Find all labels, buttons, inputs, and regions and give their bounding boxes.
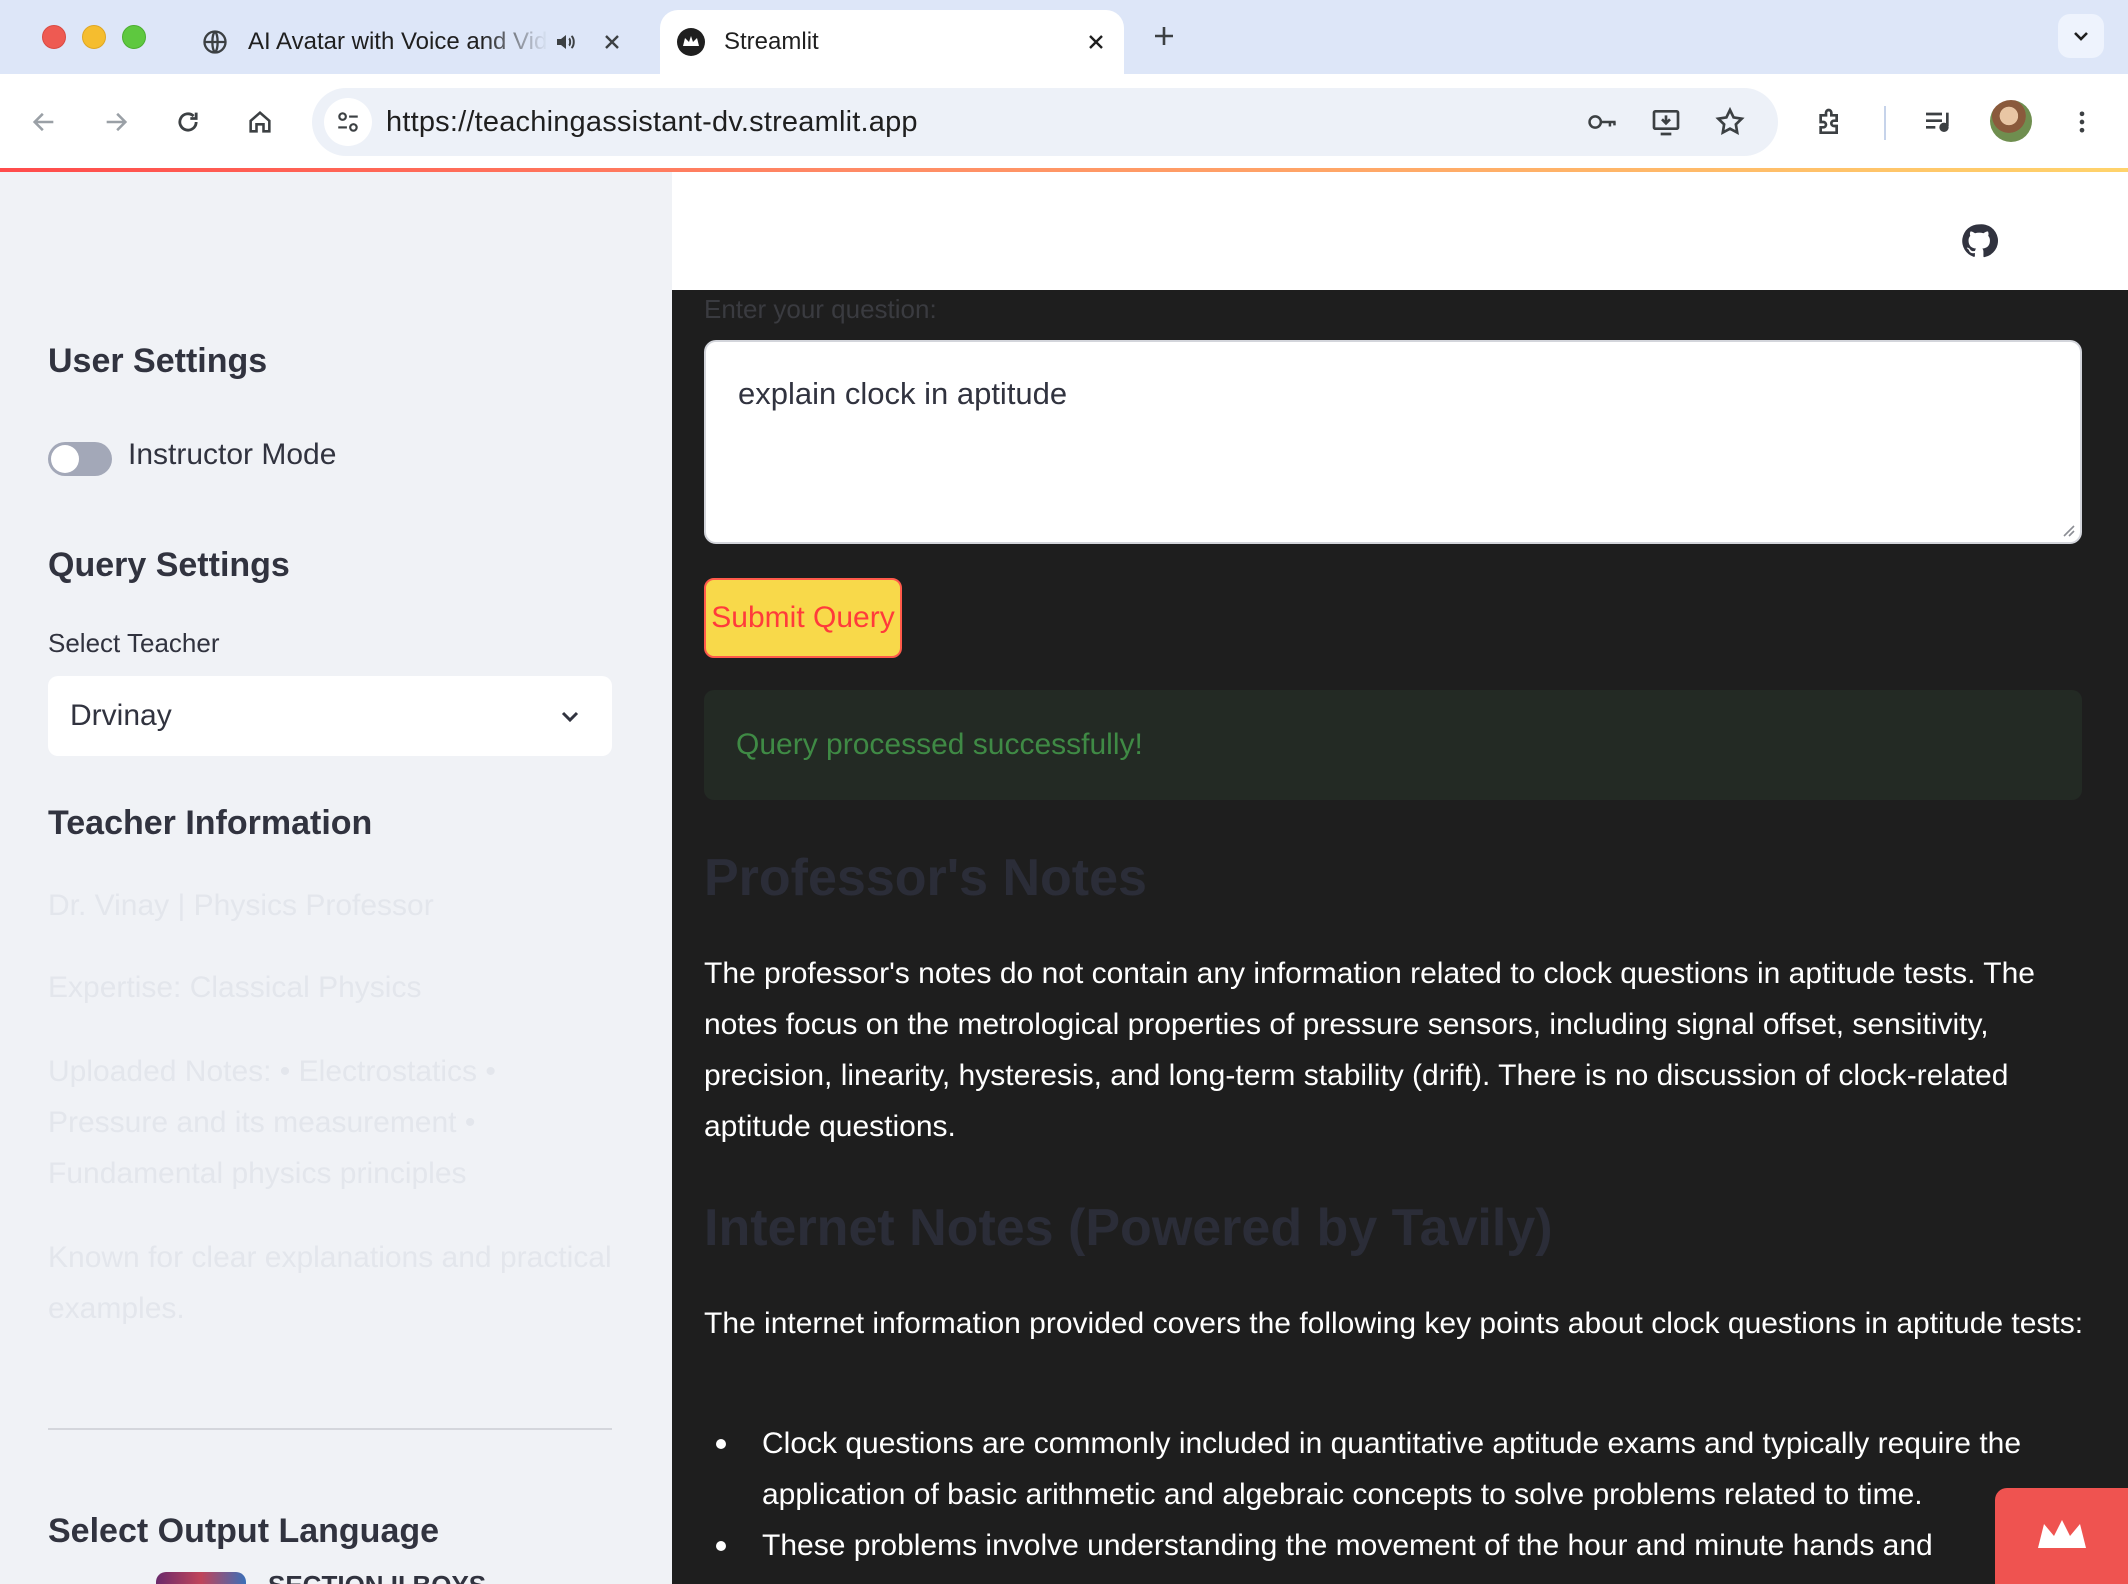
main-content: Enter your question: explain clock in ap… bbox=[672, 172, 2128, 1584]
resize-handle-icon[interactable] bbox=[2060, 522, 2076, 538]
window-close-button[interactable] bbox=[42, 25, 66, 49]
streamlit-crown-icon bbox=[2037, 1520, 2086, 1548]
partial-thumbnail bbox=[156, 1572, 246, 1584]
browser-toolbar: https://teachingassistant-dv.streamlit.a… bbox=[0, 74, 2128, 170]
address-bar[interactable]: https://teachingassistant-dv.streamlit.a… bbox=[312, 88, 1778, 156]
home-icon[interactable] bbox=[236, 98, 284, 146]
tab-title: AI Avatar with Voice and Video bbox=[248, 28, 548, 55]
extensions-puzzle-icon[interactable] bbox=[1806, 98, 1854, 146]
professor-notes-text: The professor's notes do not contain any… bbox=[704, 957, 2035, 1143]
browser-tab-strip: AI Avatar with Voice and Video Streamlit bbox=[0, 0, 2128, 74]
password-key-icon[interactable] bbox=[1578, 98, 1626, 146]
sidebar-divider bbox=[48, 1428, 612, 1430]
select-teacher-label: Select Teacher bbox=[48, 628, 220, 658]
question-textarea[interactable]: explain clock in aptitude bbox=[704, 340, 2082, 544]
list-item: These problems involve understanding the… bbox=[704, 1520, 2096, 1571]
forward-icon[interactable] bbox=[92, 98, 140, 146]
output-language-heading: Select Output Language bbox=[48, 1512, 440, 1550]
tab-audio-icon[interactable] bbox=[548, 24, 584, 60]
reload-icon[interactable] bbox=[164, 98, 212, 146]
media-queue-icon[interactable] bbox=[1914, 98, 1962, 146]
list-item-text: Clock questions are commonly included in… bbox=[762, 1427, 2022, 1511]
close-icon[interactable] bbox=[594, 24, 630, 60]
install-app-icon[interactable] bbox=[1642, 98, 1690, 146]
teacher-select-value: Drvinay bbox=[70, 699, 172, 732]
internet-notes-list: Clock questions are commonly included in… bbox=[704, 1418, 2096, 1571]
instructor-mode-label: Instructor Mode bbox=[128, 438, 337, 471]
profile-avatar[interactable] bbox=[1990, 100, 2032, 142]
professor-notes-heading: Professor's Notes bbox=[704, 849, 1147, 907]
streamlit-crown-icon bbox=[676, 27, 706, 57]
back-icon[interactable] bbox=[20, 98, 68, 146]
teacher-name-text: Dr. Vinay | Physics Professor bbox=[48, 889, 434, 922]
window-zoom-button[interactable] bbox=[122, 25, 146, 49]
browser-tab-ai-avatar[interactable]: AI Avatar with Voice and Video bbox=[190, 10, 640, 74]
close-icon[interactable] bbox=[1078, 24, 1114, 60]
bullet-dot bbox=[716, 1541, 726, 1551]
bookmark-star-icon[interactable] bbox=[1706, 98, 1754, 146]
teacher-information-heading: Teacher Information bbox=[48, 804, 373, 842]
kebab-menu-icon[interactable] bbox=[2058, 98, 2106, 146]
site-settings-icon[interactable] bbox=[324, 98, 372, 146]
list-item-text: These problems involve understanding the… bbox=[762, 1529, 1933, 1562]
internet-notes-heading: Internet Notes (Powered by Tavily) bbox=[704, 1199, 1553, 1257]
user-settings-heading: User Settings bbox=[48, 342, 268, 380]
teacher-select[interactable]: Drvinay bbox=[48, 676, 612, 756]
question-label: Enter your question: bbox=[704, 294, 937, 324]
github-icon[interactable] bbox=[1960, 222, 1998, 260]
partial-item-label: SECTION II BOYS bbox=[268, 1570, 486, 1584]
new-tab-button[interactable] bbox=[1146, 18, 1182, 54]
teacher-description-text: Known for clear explanations and practic… bbox=[48, 1241, 612, 1325]
success-message: Query processed successfully! bbox=[736, 728, 1143, 761]
teacher-expertise-text: Expertise: Classical Physics bbox=[48, 971, 422, 1004]
submit-query-button[interactable]: Submit Query bbox=[704, 578, 902, 658]
streamlit-badge[interactable] bbox=[1995, 1488, 2128, 1584]
bullet-dot bbox=[716, 1439, 726, 1449]
globe-icon bbox=[200, 27, 230, 57]
toolbar-divider bbox=[1884, 106, 1886, 140]
app-header bbox=[672, 172, 2128, 290]
question-value: explain clock in aptitude bbox=[738, 376, 1068, 411]
url-text[interactable]: https://teachingassistant-dv.streamlit.a… bbox=[386, 88, 918, 156]
query-settings-heading: Query Settings bbox=[48, 546, 290, 584]
list-item: Clock questions are commonly included in… bbox=[704, 1418, 2096, 1520]
sidebar: User Settings Instructor Mode Query Sett… bbox=[0, 172, 672, 1584]
tab-title: Streamlit bbox=[724, 28, 819, 55]
chevron-down-icon bbox=[554, 700, 586, 732]
tab-search-button[interactable] bbox=[2058, 14, 2104, 58]
toggle-knob bbox=[51, 445, 79, 473]
instructor-mode-toggle[interactable] bbox=[48, 442, 112, 476]
window-minimize-button[interactable] bbox=[82, 25, 106, 49]
teacher-uploaded-notes-text: Uploaded Notes: • Electrostatics • Press… bbox=[48, 1055, 496, 1190]
browser-tab-streamlit[interactable]: Streamlit bbox=[660, 10, 1124, 74]
internet-notes-intro: The internet information provided covers… bbox=[704, 1307, 2084, 1340]
success-alert: Query processed successfully! bbox=[704, 690, 2082, 800]
